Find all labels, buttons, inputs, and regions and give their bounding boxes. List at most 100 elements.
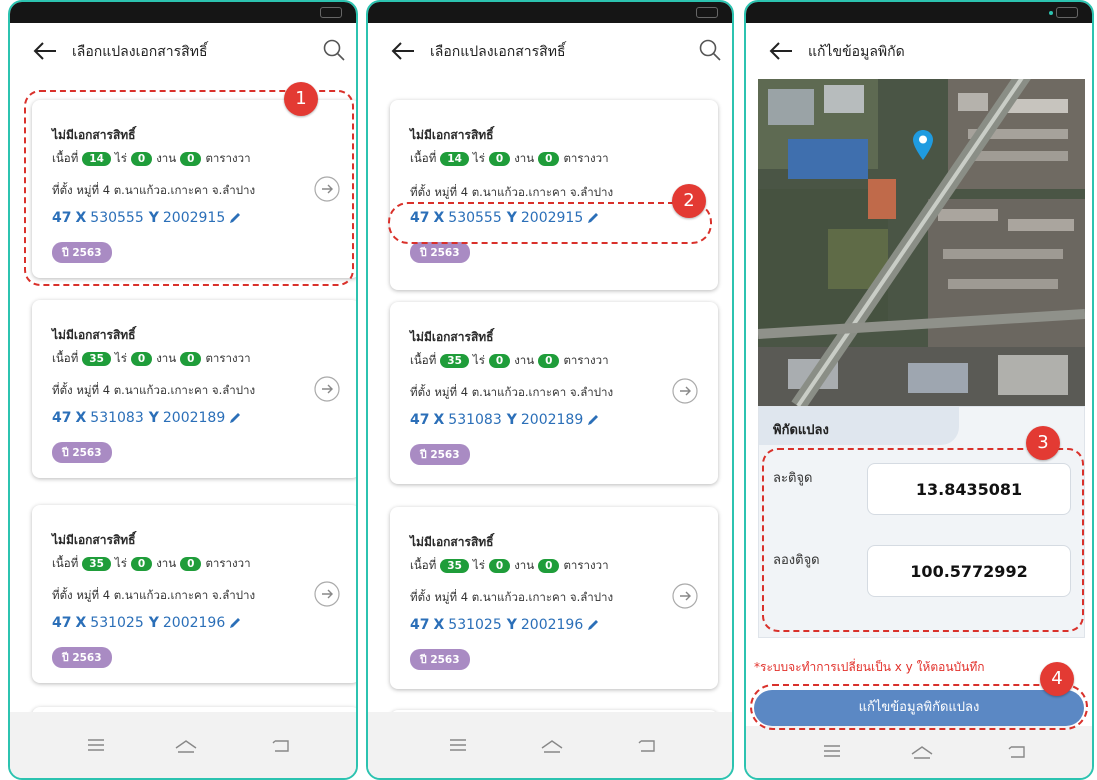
parcel-coordinate: 47 X 531083 Y 2002189 [410, 412, 601, 428]
ngan-unit: งาน [156, 351, 177, 365]
coord-x-label: X [75, 410, 87, 426]
area-label: เนื้อที่ [410, 151, 437, 165]
parcel-location: ที่ตั้ง หมู่ที่ 4 ต.นาแก้วอ.เกาะคา จ.ลำป… [52, 383, 256, 397]
ngan-pill: 0 [130, 557, 153, 571]
ngan-pill: 0 [488, 559, 511, 573]
ngan-unit: งาน [514, 353, 535, 367]
parcel-coordinate: 47 X 531025 Y 2002196 [52, 615, 243, 631]
ngan-unit: งาน [514, 558, 535, 572]
ngan-unit: งาน [514, 151, 535, 165]
wa-pill: 0 [180, 352, 202, 366]
rai-unit: ไร่ [472, 558, 485, 572]
home-icon[interactable] [910, 744, 934, 760]
rai-unit: ไร่ [114, 351, 127, 365]
chevron-right-circle-icon[interactable] [672, 583, 698, 609]
coord-x-label: X [433, 617, 445, 633]
rai-unit: ไร่ [114, 556, 127, 570]
search-icon[interactable] [698, 37, 722, 63]
battery-icon [320, 7, 342, 18]
coord-zone: 47 [410, 412, 430, 428]
status-bar [368, 2, 732, 23]
parcel-coordinate: 47 X 531083 Y 2002189 [52, 410, 243, 426]
coord-y-label: Y [506, 412, 517, 428]
step-marker-2: 2 [672, 184, 706, 218]
page-title: เลือกแปลงเอกสารสิทธิ์ [72, 44, 208, 60]
battery-icon [1049, 7, 1078, 18]
wa-unit: ตารางวา [563, 558, 609, 572]
back-arrow-icon[interactable] [768, 39, 794, 63]
coord-x: 531083 [448, 412, 502, 428]
map-pin-icon[interactable] [912, 129, 934, 161]
back-arrow-icon[interactable] [390, 39, 416, 63]
search-icon[interactable] [322, 37, 346, 63]
highlight-step-4 [750, 684, 1088, 730]
menu-icon[interactable] [448, 738, 468, 752]
page-title: แก้ไขข้อมูลพิกัด [808, 44, 905, 60]
coord-x-label: X [75, 615, 87, 631]
coord-zone: 47 [52, 410, 72, 426]
parcel-name: ไม่มีเอกสารสิทธิ์ [410, 128, 494, 142]
wa-pill: 0 [180, 557, 202, 571]
wa-pill: 0 [538, 152, 560, 166]
chevron-right-circle-icon[interactable] [672, 378, 698, 404]
status-bar [746, 2, 1092, 23]
system-nav-bar [746, 726, 1092, 778]
parcel-location: ที่ตั้ง หมู่ที่ 4 ต.นาแก้วอ.เกาะคา จ.ลำป… [52, 588, 256, 602]
area-label: เนื้อที่ [410, 558, 437, 572]
chevron-right-circle-icon[interactable] [314, 376, 340, 402]
back-nav-icon[interactable] [638, 738, 658, 754]
rai-pill: 35 [440, 559, 469, 573]
phone-screen-3: แก้ไขข้อมูลพิกัด พิกัดแปลง ละติจูด 13.84… [744, 0, 1094, 780]
parcel-area: เนื้อที่ 35 ไร่ 0 งาน 0 ตารางวา [52, 350, 251, 368]
wa-unit: ตารางวา [563, 353, 609, 367]
area-label: เนื้อที่ [52, 556, 79, 570]
coord-x: 531025 [90, 615, 144, 631]
coord-x: 531025 [448, 617, 502, 633]
coord-y-label: Y [148, 615, 159, 631]
rai-unit: ไร่ [472, 151, 485, 165]
back-arrow-icon[interactable] [32, 39, 58, 63]
chevron-right-circle-icon[interactable] [314, 581, 340, 607]
system-nav-bar [368, 712, 732, 778]
parcel-name: ไม่มีเอกสารสิทธิ์ [410, 330, 494, 344]
menu-icon[interactable] [822, 744, 842, 758]
step-marker-3: 3 [1026, 426, 1060, 460]
parcel-card[interactable]: ไม่มีเอกสารสิทธิ์ เนื้อที่ 35 ไร่ 0 งาน … [32, 300, 356, 478]
back-nav-icon[interactable] [272, 738, 292, 754]
wa-unit: ตารางวา [205, 556, 251, 570]
parcel-card[interactable]: ไม่มีเอกสารสิทธิ์ เนื้อที่ 35 ไร่ 0 งาน … [32, 505, 356, 683]
menu-icon[interactable] [86, 738, 106, 752]
step-marker-1: 1 [284, 82, 318, 116]
home-icon[interactable] [540, 738, 564, 754]
rai-pill: 35 [82, 557, 111, 571]
area-label: เนื้อที่ [52, 351, 79, 365]
parcel-area: เนื้อที่ 14 ไร่ 0 งาน 0 ตารางวา [410, 150, 609, 168]
parcel-area: เนื้อที่ 35 ไร่ 0 งาน 0 ตารางวา [410, 352, 609, 370]
parcel-location: ที่ตั้ง หมู่ที่ 4 ต.นาแก้วอ.เกาะคา จ.ลำป… [410, 590, 614, 604]
parcel-card[interactable]: ไม่มีเอกสารสิทธิ์ เนื้อที่ 35 ไร่ 0 งาน … [390, 507, 718, 689]
app-bar: แก้ไขข้อมูลพิกัด [746, 23, 1092, 79]
year-badge: ปี 2563 [410, 444, 470, 465]
coord-y: 2002189 [162, 410, 226, 426]
pencil-icon [230, 618, 241, 628]
wa-pill: 0 [538, 354, 560, 368]
parcel-card[interactable]: ไม่มีเอกสารสิทธิ์ เนื้อที่ 35 ไร่ 0 งาน … [390, 302, 718, 484]
year-badge: ปี 2563 [410, 649, 470, 670]
wa-unit: ตารางวา [563, 151, 609, 165]
satellite-map[interactable] [758, 79, 1085, 406]
rai-unit: ไร่ [472, 353, 485, 367]
highlight-step-2 [388, 202, 712, 244]
parcel-coordinate: 47 X 531025 Y 2002196 [410, 617, 601, 633]
home-icon[interactable] [174, 738, 198, 754]
parcel-location: ที่ตั้ง หมู่ที่ 4 ต.นาแก้วอ.เกาะคา จ.ลำป… [410, 385, 614, 399]
status-bar [10, 2, 356, 23]
pencil-icon [588, 415, 599, 425]
coord-x-label: X [433, 412, 445, 428]
pencil-icon [588, 620, 599, 630]
panel-title: พิกัดแปลง [773, 423, 829, 438]
wa-unit: ตารางวา [205, 351, 251, 365]
parcel-card[interactable]: ไม่มีเอกสารสิทธิ์ เนื้อที่ 14 ไร่ 0 งาน … [390, 100, 718, 290]
back-nav-icon[interactable] [1008, 744, 1028, 760]
year-badge: ปี 2563 [52, 647, 112, 668]
step-marker-4: 4 [1040, 662, 1074, 696]
